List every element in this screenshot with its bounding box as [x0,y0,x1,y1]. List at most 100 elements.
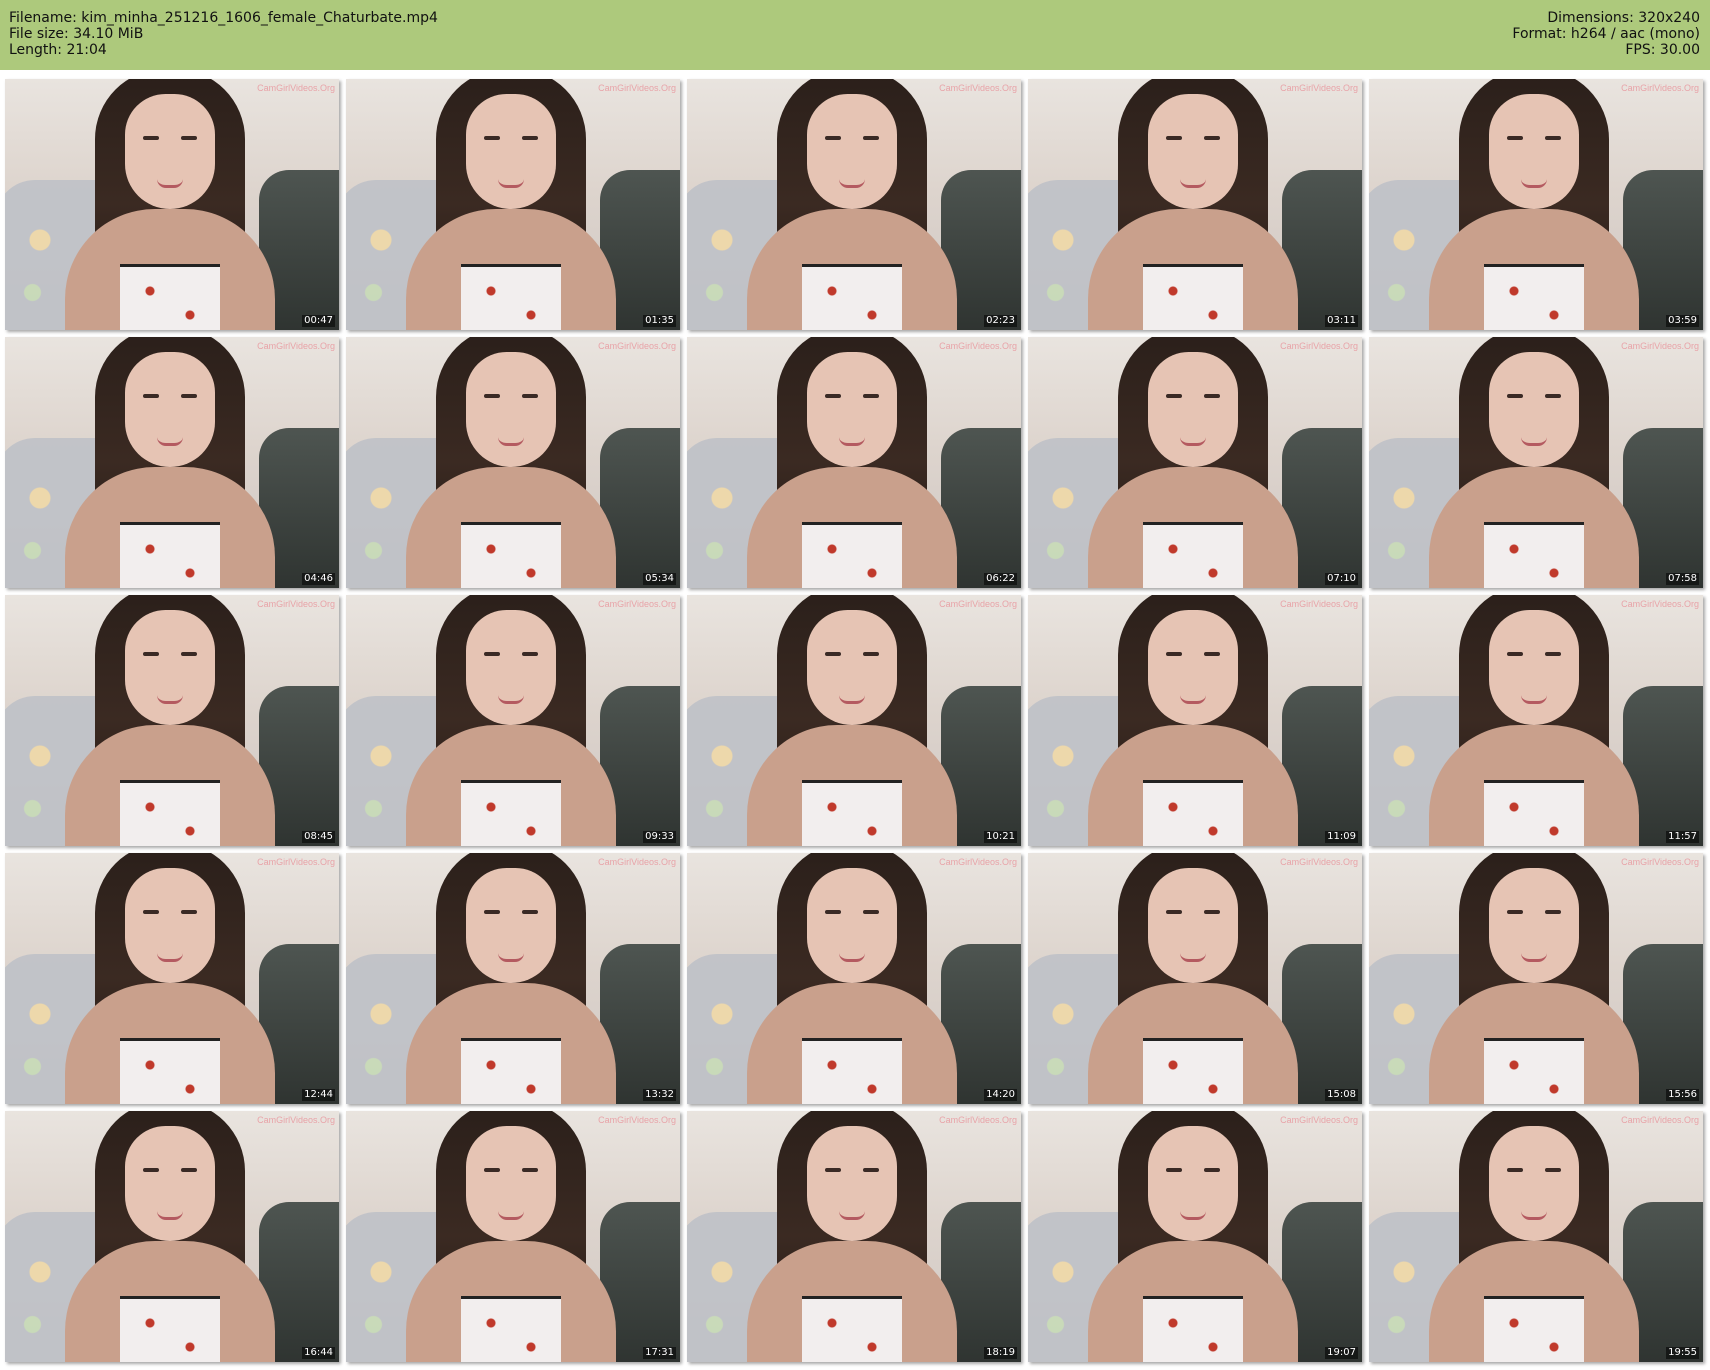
thumbnail-timestamp: 07:58 [1666,573,1699,585]
thumbnail-timestamp: 14:20 [984,1089,1017,1101]
filename-text: Filename: kim_minha_251216_1606_female_C… [9,10,438,26]
thumbnail-timestamp: 17:31 [643,1347,676,1359]
file-size-text: File size: 34.10 MiB [9,26,144,42]
person-figure [1429,79,1639,330]
person-figure [406,79,616,330]
watermark-text: CamGirlVideos.Org [1621,83,1699,93]
video-thumbnail: CamGirlVideos.Org 15:56 [1369,853,1703,1104]
person-figure [747,853,957,1104]
fps-text: FPS: 30.00 [1625,42,1700,58]
person-figure [1429,1111,1639,1362]
watermark-text: CamGirlVideos.Org [598,341,676,351]
person-figure [406,853,616,1104]
video-thumbnail: CamGirlVideos.Org 11:57 [1369,595,1703,846]
thumbnail-timestamp: 03:11 [1325,315,1358,327]
watermark-text: CamGirlVideos.Org [257,83,335,93]
watermark-text: CamGirlVideos.Org [598,1115,676,1125]
video-thumbnail: CamGirlVideos.Org 16:44 [5,1111,339,1362]
dimensions-text: Dimensions: 320x240 [1547,10,1700,26]
thumbnail-timestamp: 03:59 [1666,315,1699,327]
person-figure [406,337,616,588]
video-thumbnail: CamGirlVideos.Org 07:58 [1369,337,1703,588]
thumbnail-timestamp: 15:56 [1666,1089,1699,1101]
thumbnail-timestamp: 02:23 [984,315,1017,327]
watermark-text: CamGirlVideos.Org [1280,83,1358,93]
watermark-text: CamGirlVideos.Org [598,599,676,609]
watermark-text: CamGirlVideos.Org [1280,857,1358,867]
watermark-text: CamGirlVideos.Org [939,83,1017,93]
person-figure [65,1111,275,1362]
length-text: Length: 21:04 [9,42,107,58]
video-thumbnail: CamGirlVideos.Org 04:46 [5,337,339,588]
watermark-text: CamGirlVideos.Org [598,857,676,867]
thumbnail-timestamp: 13:32 [643,1089,676,1101]
person-figure [406,595,616,846]
video-thumbnail: CamGirlVideos.Org 03:59 [1369,79,1703,330]
video-thumbnail: CamGirlVideos.Org 19:55 [1369,1111,1703,1362]
person-figure [1429,337,1639,588]
video-thumbnail: CamGirlVideos.Org 07:10 [1028,337,1362,588]
video-thumbnail: CamGirlVideos.Org 18:19 [687,1111,1021,1362]
thumbnail-timestamp: 15:08 [1325,1089,1358,1101]
thumbnail-timestamp: 01:35 [643,315,676,327]
thumbnail-timestamp: 04:46 [302,573,335,585]
person-figure [1429,595,1639,846]
thumbnail-timestamp: 09:33 [643,831,676,843]
person-figure [1088,853,1298,1104]
thumbnail-timestamp: 00:47 [302,315,335,327]
thumbnail-timestamp: 11:09 [1325,831,1358,843]
watermark-text: CamGirlVideos.Org [939,341,1017,351]
video-thumbnail: CamGirlVideos.Org 03:11 [1028,79,1362,330]
video-thumbnail: CamGirlVideos.Org 17:31 [346,1111,680,1362]
person-figure [65,853,275,1104]
video-thumbnail: CamGirlVideos.Org 06:22 [687,337,1021,588]
thumbnail-grid: CamGirlVideos.Org 00:47 CamGirlVideos.Org 0… [5,79,1703,1362]
watermark-text: CamGirlVideos.Org [1280,1115,1358,1125]
watermark-text: CamGirlVideos.Org [939,857,1017,867]
video-thumbnail: CamGirlVideos.Org 19:07 [1028,1111,1362,1362]
watermark-text: CamGirlVideos.Org [939,599,1017,609]
person-figure [747,1111,957,1362]
video-thumbnail: CamGirlVideos.Org 00:47 [5,79,339,330]
video-thumbnail: CamGirlVideos.Org 08:45 [5,595,339,846]
person-figure [65,595,275,846]
thumbnail-timestamp: 05:34 [643,573,676,585]
file-info-left: Filename: kim_minha_251216_1606_female_C… [9,10,438,58]
thumbnail-timestamp: 08:45 [302,831,335,843]
person-figure [65,79,275,330]
video-thumbnail: CamGirlVideos.Org 09:33 [346,595,680,846]
thumbnail-timestamp: 10:21 [984,831,1017,843]
thumbnail-timestamp: 19:07 [1325,1347,1358,1359]
watermark-text: CamGirlVideos.Org [1621,599,1699,609]
person-figure [65,337,275,588]
watermark-text: CamGirlVideos.Org [1621,341,1699,351]
thumbnail-timestamp: 07:10 [1325,573,1358,585]
person-figure [1088,1111,1298,1362]
person-figure [1088,595,1298,846]
thumbnail-timestamp: 06:22 [984,573,1017,585]
watermark-text: CamGirlVideos.Org [1280,599,1358,609]
thumbnail-timestamp: 18:19 [984,1347,1017,1359]
person-figure [1088,337,1298,588]
thumbnail-timestamp: 16:44 [302,1347,335,1359]
thumbnail-timestamp: 19:55 [1666,1347,1699,1359]
watermark-text: CamGirlVideos.Org [1280,341,1358,351]
watermark-text: CamGirlVideos.Org [257,857,335,867]
video-thumbnail: CamGirlVideos.Org 01:35 [346,79,680,330]
person-figure [1429,853,1639,1104]
person-figure [406,1111,616,1362]
info-header: Filename: kim_minha_251216_1606_female_C… [0,0,1710,70]
thumbnail-timestamp: 11:57 [1666,831,1699,843]
watermark-text: CamGirlVideos.Org [939,1115,1017,1125]
video-thumbnail: CamGirlVideos.Org 11:09 [1028,595,1362,846]
file-info-right: Dimensions: 320x240 Format: h264 / aac (… [1512,10,1700,58]
watermark-text: CamGirlVideos.Org [257,599,335,609]
person-figure [747,337,957,588]
video-thumbnail: CamGirlVideos.Org 13:32 [346,853,680,1104]
video-thumbnail: CamGirlVideos.Org 15:08 [1028,853,1362,1104]
watermark-text: CamGirlVideos.Org [598,83,676,93]
person-figure [1088,79,1298,330]
format-text: Format: h264 / aac (mono) [1512,26,1700,42]
person-figure [747,595,957,846]
watermark-text: CamGirlVideos.Org [257,341,335,351]
